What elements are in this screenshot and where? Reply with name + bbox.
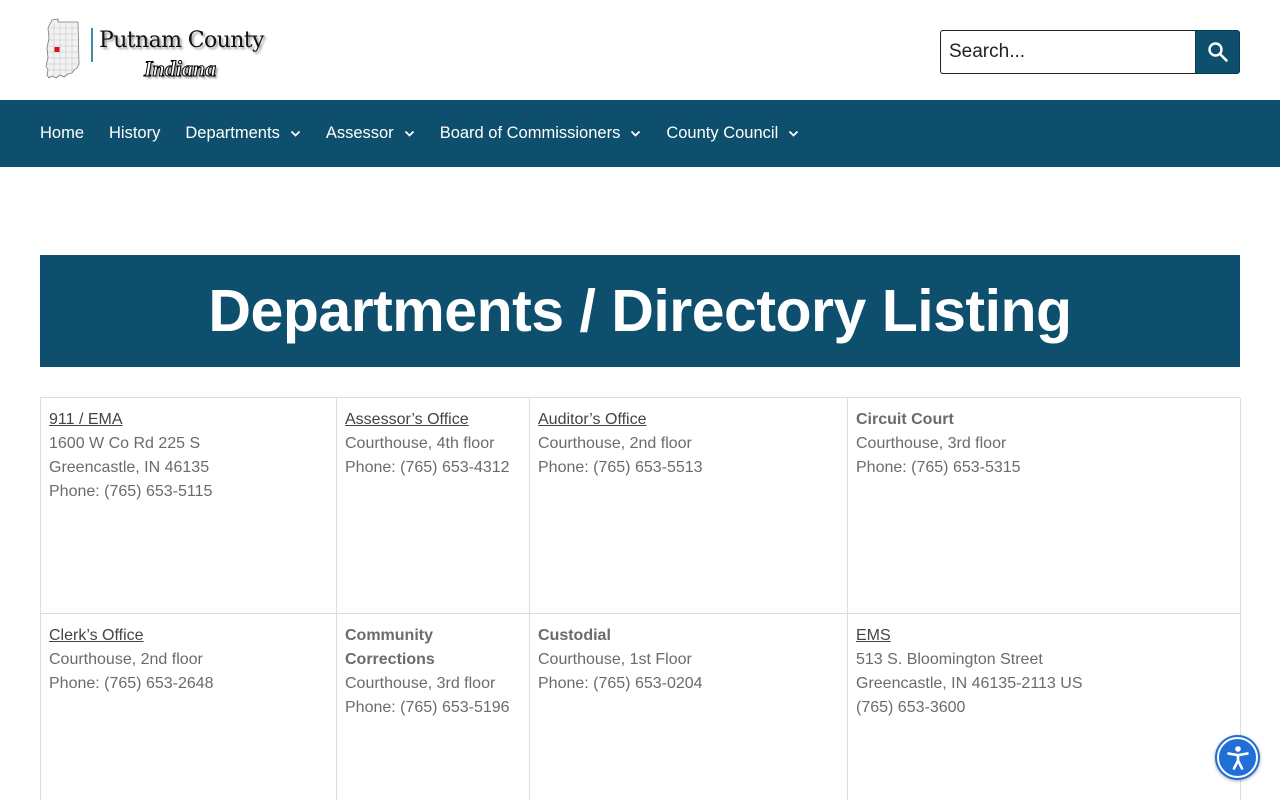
department-link[interactable]: Auditor’s Office <box>538 408 839 432</box>
chevron-down-icon <box>290 130 301 137</box>
indiana-map-icon <box>45 18 80 79</box>
department-address: Greencastle, IN 46135-2113 US <box>856 675 1083 692</box>
directory-cell-clerks-office: Clerk’s Office Courthouse, 2nd floor Pho… <box>41 614 337 800</box>
logo-title: Putnam County <box>99 28 264 53</box>
nav-item-label: Departments <box>185 124 280 142</box>
directory-cell-911-ema: 911 / EMA 1600 W Co Rd 225 S Greencastle… <box>41 398 337 614</box>
department-link[interactable]: 911 / EMA <box>49 408 328 432</box>
department-phone: Phone: (765) 653-5513 <box>538 459 703 476</box>
department-address: 1600 W Co Rd 225 S <box>49 435 201 452</box>
department-location: Courthouse, 2nd floor <box>49 651 203 668</box>
directory-cell-assessors-office: Assessor’s Office Courthouse, 4th floor … <box>337 398 530 614</box>
directory-cell-circuit-court: Circuit Court Courthouse, 3rd floor Phon… <box>848 398 1241 614</box>
directory-table: 911 / EMA 1600 W Co Rd 225 S Greencastle… <box>40 397 1241 800</box>
nav-item-county-council[interactable]: County Council <box>666 124 799 143</box>
nav-item-home[interactable]: Home <box>40 124 84 143</box>
nav-item-label: Board of Commissioners <box>439 124 621 142</box>
department-phone: Phone: (765) 653-5315 <box>856 459 1021 476</box>
page-title: Departments / Directory Listing <box>208 278 1072 344</box>
nav-item-departments[interactable]: Departments <box>185 124 300 143</box>
directory-cell-ems: EMS 513 S. Bloomington Street Greencastl… <box>848 614 1241 800</box>
chevron-down-icon <box>788 130 799 137</box>
search-form <box>940 30 1240 74</box>
department-location: Courthouse, 3rd floor <box>856 435 1007 452</box>
nav-item-history[interactable]: History <box>109 124 160 143</box>
department-phone: Phone: (765) 653-4312 <box>345 459 510 476</box>
accessibility-button[interactable] <box>1215 735 1260 780</box>
department-name: Custodial <box>538 627 611 644</box>
chevron-down-icon <box>404 130 415 137</box>
search-button[interactable] <box>1195 30 1240 74</box>
directory-cell-community-corrections: Community Corrections Courthouse, 3rd fl… <box>337 614 530 800</box>
department-phone: Phone: (765) 653-5196 <box>345 699 510 716</box>
department-phone: Phone: (765) 653-5115 <box>49 483 213 500</box>
search-icon <box>1207 42 1228 62</box>
logo-divider <box>91 28 93 62</box>
nav-menu: Home History Departments Assessor Board … <box>40 100 824 167</box>
department-name: Circuit Court <box>856 411 954 428</box>
nav-item-label: History <box>109 124 161 142</box>
logo-subtitle: Indiana <box>143 56 217 82</box>
department-address: Greencastle, IN 46135 <box>49 459 210 476</box>
main-nav: Home History Departments Assessor Board … <box>0 100 1280 167</box>
department-link[interactable]: EMS <box>856 624 1232 648</box>
department-phone: (765) 653-3600 <box>856 699 966 716</box>
accessibility-ring <box>1217 737 1258 778</box>
department-phone: Phone: (765) 653-0204 <box>538 675 703 692</box>
department-location: Courthouse, 3rd floor <box>345 675 496 692</box>
page-title-banner: Departments / Directory Listing <box>40 255 1240 367</box>
nav-item-label: Assessor <box>325 124 394 142</box>
department-link[interactable]: Clerk’s Office <box>49 624 328 648</box>
department-location: Courthouse, 2nd floor <box>538 435 692 452</box>
site-logo-link[interactable]: Putnam County Indiana <box>44 16 264 84</box>
nav-item-assessor[interactable]: Assessor <box>326 124 415 143</box>
department-phone: Phone: (765) 653-2648 <box>49 675 214 692</box>
nav-item-board-of-commissioners[interactable]: Board of Commissioners <box>440 124 642 143</box>
directory-cell-custodial: Custodial Courthouse, 1st Floor Phone: (… <box>530 614 848 800</box>
department-location: Courthouse, 4th floor <box>345 435 495 452</box>
department-location: Courthouse, 1st Floor <box>538 651 692 668</box>
nav-item-label: County Council <box>666 124 779 142</box>
department-link[interactable]: Assessor’s Office <box>345 408 521 432</box>
directory-cell-auditors-office: Auditor’s Office Courthouse, 2nd floor P… <box>530 398 848 614</box>
chevron-down-icon <box>630 130 641 137</box>
site-header: Putnam County Indiana <box>0 0 1280 100</box>
nav-item-label: Home <box>40 124 85 142</box>
department-address: 513 S. Bloomington Street <box>856 651 1043 668</box>
search-input[interactable] <box>940 30 1196 74</box>
department-name: Community Corrections <box>345 627 435 668</box>
